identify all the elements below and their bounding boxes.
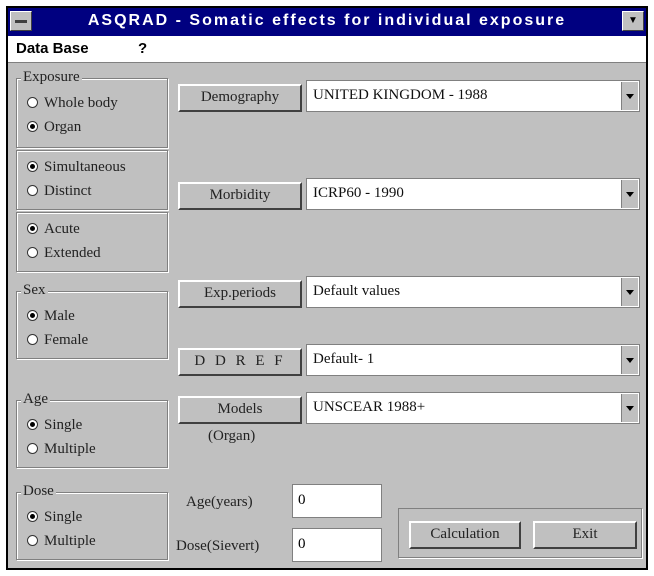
system-menu-icon[interactable] (10, 11, 32, 31)
radio-label: Simultaneous (44, 159, 126, 175)
radio-icon (27, 185, 38, 196)
radio-icon (27, 443, 38, 454)
radio-age-multiple[interactable]: Multiple (27, 441, 96, 458)
demography-select[interactable]: UNITED KINGDOM - 1988 (306, 80, 640, 112)
radio-distinct[interactable]: Distinct (27, 183, 92, 200)
dose-sievert-input[interactable]: 0 (292, 528, 382, 562)
radio-simultaneous[interactable]: Simultaneous (27, 159, 126, 176)
models-value: UNSCEAR 1988+ (313, 399, 426, 415)
ddref-select[interactable]: Default- 1 (306, 344, 640, 376)
dropdown-arrow-icon[interactable] (621, 180, 638, 208)
minimize-button[interactable]: ▼ (622, 11, 644, 31)
menu-help[interactable]: ? (138, 40, 147, 57)
radio-selected-icon (27, 310, 38, 321)
morbidity-button[interactable]: Morbidity (178, 182, 302, 210)
menu-database[interactable]: Data Base (16, 40, 89, 57)
radio-icon (27, 247, 38, 258)
radio-selected-icon (27, 161, 38, 172)
radio-label: Male (44, 308, 75, 324)
radio-acute[interactable]: Acute (27, 221, 80, 238)
radio-label: Female (44, 332, 89, 348)
calculation-button[interactable]: Calculation (409, 521, 521, 549)
exposure-legend: Exposure (21, 69, 82, 86)
exposure-group: Exposure Whole body Organ (16, 69, 168, 148)
exit-button[interactable]: Exit (533, 521, 637, 549)
sex-legend: Sex (21, 282, 48, 299)
radio-label: Organ (44, 119, 82, 135)
title-bar: ASQRAD - Somatic effects for individual … (8, 8, 646, 36)
age-years-input[interactable]: 0 (292, 484, 382, 518)
radio-selected-icon (27, 419, 38, 430)
radio-selected-icon (27, 223, 38, 234)
app-window: ASQRAD - Somatic effects for individual … (6, 6, 648, 570)
radio-male[interactable]: Male (27, 308, 75, 325)
radio-icon (27, 334, 38, 345)
radio-icon (27, 535, 38, 546)
radio-icon (27, 97, 38, 108)
morbidity-value: ICRP60 - 1990 (313, 185, 404, 201)
sex-group: Sex Male Female (16, 282, 168, 359)
radio-organ[interactable]: Organ (27, 119, 81, 136)
dose-group: Dose Single Multiple (16, 483, 168, 560)
radio-label: Multiple (44, 533, 96, 549)
demography-button[interactable]: Demography (178, 84, 302, 112)
radio-age-single[interactable]: Single (27, 417, 82, 434)
duration-group: Acute Extended (16, 212, 168, 272)
radio-label: Single (44, 509, 83, 525)
menu-bar: Data Base ? (8, 36, 646, 63)
dose-legend: Dose (21, 483, 56, 500)
models-button[interactable]: Models (178, 396, 302, 424)
dropdown-arrow-icon[interactable] (621, 346, 638, 374)
age-years-label: Age(years) (186, 494, 253, 510)
exp-periods-value: Default values (313, 283, 401, 299)
radio-label: Whole body (44, 95, 118, 111)
dropdown-arrow-icon[interactable] (621, 278, 638, 306)
radio-dose-multiple[interactable]: Multiple (27, 533, 96, 550)
radio-extended[interactable]: Extended (27, 245, 101, 262)
age-legend: Age (21, 391, 50, 408)
radio-whole-body[interactable]: Whole body (27, 95, 118, 112)
age-group: Age Single Multiple (16, 391, 168, 468)
ddref-button[interactable]: D D R E F (178, 348, 302, 376)
ddref-value: Default- 1 (313, 351, 375, 367)
morbidity-select[interactable]: ICRP60 - 1990 (306, 178, 640, 210)
dropdown-arrow-icon[interactable] (621, 394, 638, 422)
radio-dose-single[interactable]: Single (27, 509, 82, 526)
action-panel: Calculation Exit (398, 508, 642, 558)
models-sublabel: (Organ) (208, 428, 256, 444)
timing-group: Simultaneous Distinct (16, 150, 168, 210)
radio-label: Acute (44, 221, 80, 237)
exp-periods-button[interactable]: Exp.periods (178, 280, 302, 308)
exp-periods-select[interactable]: Default values (306, 276, 640, 308)
dropdown-arrow-icon[interactable] (621, 82, 638, 110)
radio-female[interactable]: Female (27, 332, 88, 349)
demography-value: UNITED KINGDOM - 1988 (313, 87, 488, 103)
radio-selected-icon (27, 121, 38, 132)
radio-selected-icon (27, 511, 38, 522)
dose-sievert-label: Dose(Sievert) (176, 538, 260, 554)
radio-label: Distinct (44, 183, 92, 199)
radio-label: Extended (44, 245, 101, 261)
radio-label: Single (44, 417, 83, 433)
window-title: ASQRAD - Somatic effects for individual … (87, 12, 567, 29)
models-select[interactable]: UNSCEAR 1988+ (306, 392, 640, 424)
radio-label: Multiple (44, 441, 96, 457)
